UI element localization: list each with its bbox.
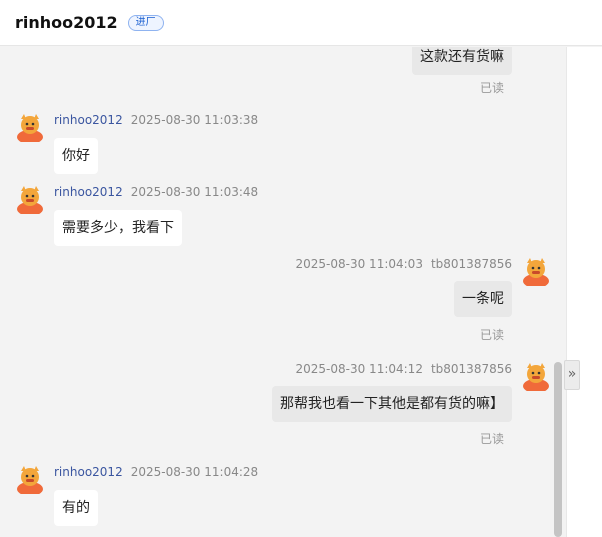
- message-meta: rinhoo2012 2025-08-30 11:03:38: [54, 113, 258, 127]
- message-meta: 2025-08-30 11:04:03 tb801387856: [296, 257, 513, 271]
- contact-name[interactable]: rinhoo2012: [15, 13, 118, 32]
- message-meta: rinhoo2012 2025-08-30 11:03:48: [54, 185, 258, 199]
- message-bubble[interactable]: 有的: [54, 490, 98, 526]
- message-bubble[interactable]: 那帮我也看一下其他是都有货的嘛】: [272, 386, 512, 422]
- message-list[interactable]: 这款还有货嘛 已读 rinhoo2012 2025-08-30 11:03:38 …: [0, 47, 566, 537]
- contact-tag-badge: 进厂: [127, 14, 164, 31]
- message-bubble[interactable]: 这款还有货嘛: [412, 47, 512, 75]
- side-panel: [566, 47, 602, 537]
- message-time: 2025-08-30 11:04:28: [130, 465, 259, 479]
- avatar-icon[interactable]: [15, 184, 45, 214]
- avatar-icon[interactable]: [15, 464, 45, 494]
- message-bubble[interactable]: 你好: [54, 138, 98, 174]
- message-time: 2025-08-30 11:04:03: [295, 257, 423, 271]
- message-meta: 2025-08-30 11:04:12 tb801387856: [296, 362, 513, 376]
- message-meta: rinhoo2012 2025-08-30 11:04:28: [54, 465, 258, 479]
- read-status: 已读: [480, 81, 505, 95]
- message-time: 2025-08-30 11:04:12: [295, 362, 423, 376]
- sender-name[interactable]: tb801387856: [431, 257, 512, 271]
- avatar-icon[interactable]: [15, 112, 45, 142]
- read-status: 已读: [480, 432, 505, 446]
- message-bubble[interactable]: 需要多少，我看下: [54, 210, 182, 246]
- chat-header: rinhoo2012 进厂: [0, 0, 602, 46]
- chat-scrollbar-thumb[interactable]: [554, 362, 562, 537]
- collapse-panel-button[interactable]: »: [564, 360, 580, 390]
- sender-name[interactable]: tb801387856: [431, 362, 512, 376]
- avatar-icon[interactable]: [521, 361, 551, 391]
- message-time: 2025-08-30 11:03:38: [130, 113, 259, 127]
- message-bubble[interactable]: 一条呢: [454, 281, 512, 317]
- read-status: 已读: [480, 328, 505, 342]
- avatar-icon[interactable]: [521, 256, 551, 286]
- sender-name[interactable]: rinhoo2012: [54, 465, 123, 479]
- sender-name[interactable]: rinhoo2012: [54, 185, 123, 199]
- sender-name[interactable]: rinhoo2012: [54, 113, 123, 127]
- message-time: 2025-08-30 11:03:48: [130, 185, 259, 199]
